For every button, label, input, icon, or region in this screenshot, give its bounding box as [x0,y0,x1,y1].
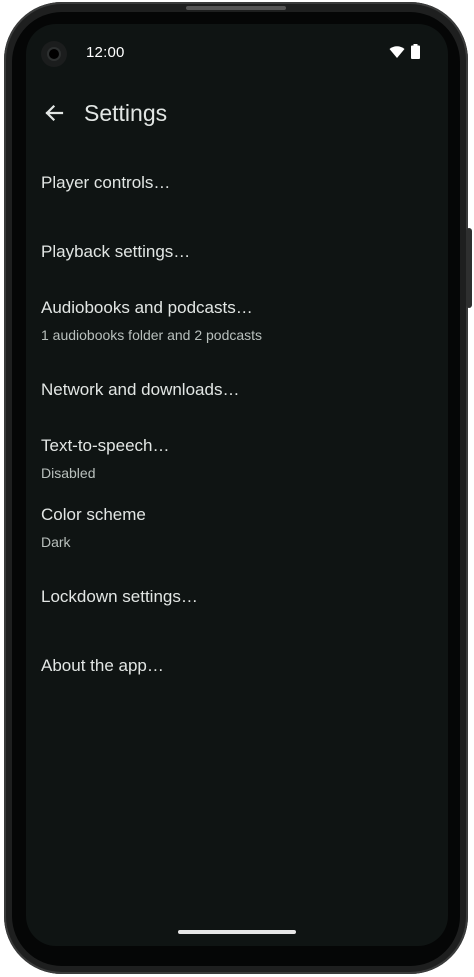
camera-cutout [41,41,67,67]
setting-lockdown-settings[interactable]: Lockdown settings… [26,562,448,631]
page-title: Settings [84,100,168,126]
setting-text-to-speech[interactable]: Text-to-speech… Disabled [26,424,448,493]
home-indicator[interactable] [178,930,296,934]
setting-title: Lockdown settings… [41,586,198,606]
back-button[interactable] [36,95,72,131]
settings-list: Player controls… Playback settings… Audi… [26,148,448,700]
setting-playback-settings[interactable]: Playback settings… [26,217,448,286]
app-bar: Settings [26,84,448,144]
screen: 12:00 Settings Player controls… Playback… [26,24,448,946]
setting-title: Network and downloads… [41,379,240,399]
status-clock: 12:00 [86,44,125,61]
setting-title: Color scheme [41,504,146,524]
status-bar: 12:00 [26,24,448,84]
arrow-back-icon [45,104,64,122]
setting-summary: Disabled [41,464,96,481]
setting-audiobooks-podcasts[interactable]: Audiobooks and podcasts… 1 audiobooks fo… [26,286,448,355]
setting-title: About the app… [41,655,164,675]
power-button [466,228,472,308]
setting-title: Player controls… [41,172,171,192]
setting-about-app[interactable]: About the app… [26,631,448,700]
setting-summary: Dark [41,533,71,550]
setting-title: Text-to-speech… [41,435,170,455]
status-icons [389,44,420,59]
setting-summary: 1 audiobooks folder and 2 podcasts [41,326,263,343]
battery-icon [411,44,420,59]
setting-network-downloads[interactable]: Network and downloads… [26,355,448,424]
setting-title: Audiobooks and podcasts… [41,297,253,317]
wifi-icon [389,45,405,58]
setting-player-controls[interactable]: Player controls… [26,148,448,217]
setting-color-scheme[interactable]: Color scheme Dark [26,493,448,562]
setting-title: Playback settings… [41,241,191,261]
speaker-slit [186,6,286,10]
